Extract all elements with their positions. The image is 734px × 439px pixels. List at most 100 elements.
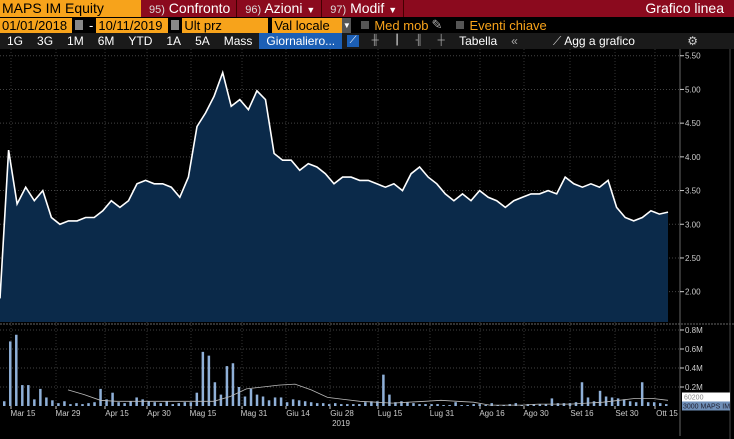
volume-bar	[430, 404, 433, 406]
price-chart[interactable]: 5.50 5.00 4.50 4.00 3.50 3.00 2.50 2.00 0.8M 0.6M…	[0, 49, 734, 439]
x-tick-label: Mar 15	[11, 409, 36, 418]
chevron-down-icon: ▼	[306, 5, 316, 15]
ma-legend-value: 60200	[684, 395, 704, 402]
menu-label: Confronto	[168, 0, 231, 16]
y-tick-label: 2.00	[685, 288, 701, 297]
page-title: Grafico linea	[645, 0, 724, 16]
range-1g[interactable]: 1G	[0, 33, 30, 49]
start-date-input[interactable]: 01/01/2018	[0, 17, 72, 33]
volume-bar	[87, 403, 90, 406]
range-5a[interactable]: 5A	[188, 33, 217, 49]
collapse-icon[interactable]: «	[504, 33, 525, 49]
volume-bar	[346, 404, 349, 406]
volume-bar	[297, 400, 301, 406]
volume-tick-label: 0.4M	[685, 364, 703, 373]
x-tick-label: Ago 16	[479, 409, 505, 418]
volume-bar	[63, 401, 66, 406]
x-tick-label: Lug 31	[430, 409, 455, 418]
volume-bar	[352, 404, 355, 406]
edit-menu[interactable]: 97) Modif ▼	[322, 0, 405, 17]
header-bar: MAPS IM Equity 95) Confronto 96) Azioni …	[0, 0, 734, 17]
y-tick-label: 5.00	[685, 85, 701, 94]
volume-bar	[640, 382, 644, 406]
x-tick-label: Apr 15	[105, 409, 129, 418]
range-max[interactable]: Mass	[217, 33, 260, 49]
end-date-input[interactable]: 10/11/2019	[96, 17, 169, 33]
volume-legend-label: 3000 MAPS IM	[683, 404, 730, 411]
volume-bar	[412, 403, 415, 406]
volume-bar	[279, 397, 283, 406]
moving-avg-checkbox[interactable]	[361, 21, 370, 29]
range-ytd[interactable]: YTD	[121, 33, 159, 49]
line-chart-icon[interactable]: ⟋	[347, 35, 360, 47]
volume-bar	[171, 404, 175, 406]
x-tick-label: Set 30	[615, 409, 639, 418]
y-tick-label: 4.00	[685, 153, 701, 162]
volume-bar	[460, 405, 463, 406]
range-6m[interactable]: 6M	[91, 33, 122, 49]
x-tick-label: Ott 15	[656, 409, 678, 418]
range-1m[interactable]: 1M	[60, 33, 91, 49]
calendar-icon[interactable]	[75, 20, 83, 30]
volume-bar	[99, 388, 102, 406]
volume-bar	[406, 402, 409, 406]
chevron-down-icon: ▼	[388, 5, 398, 15]
volume-bar	[334, 403, 337, 406]
volume-bar	[309, 402, 313, 406]
volume-bar	[303, 401, 307, 406]
ohlc-icon[interactable]: ╢	[413, 35, 425, 47]
volume-bar	[21, 385, 24, 406]
x-tick-label: Mag 31	[241, 409, 268, 418]
hlc-icon[interactable]: ┼	[435, 35, 447, 47]
menu-label: Modif	[350, 0, 385, 16]
volume-bar	[646, 402, 650, 406]
volume-bar	[652, 402, 656, 406]
currency-select[interactable]: Val locale	[272, 17, 343, 33]
calendar-icon[interactable]	[171, 20, 180, 30]
volume-bar	[634, 402, 638, 406]
volume-bar	[436, 404, 439, 406]
volume-bar	[183, 402, 187, 406]
range-1a[interactable]: 1A	[159, 33, 188, 49]
volume-bar	[550, 398, 554, 406]
volume-bar	[39, 388, 42, 406]
actions-menu[interactable]: 96) Azioni ▼	[237, 0, 323, 17]
key-events-checkbox[interactable]	[456, 21, 465, 29]
field-select[interactable]: Ult prz	[182, 17, 269, 33]
add-to-chart-button[interactable]: Agg a grafico	[561, 33, 642, 49]
period-select[interactable]: Giornaliero...	[259, 33, 343, 49]
gear-icon[interactable]: ⚙	[687, 34, 698, 48]
ticker-field[interactable]: MAPS IM Equity	[0, 0, 141, 17]
volume-bar	[129, 401, 132, 406]
moving-avg-label: Med mob	[374, 17, 429, 33]
volume-bar	[159, 403, 162, 406]
compare-menu[interactable]: 95) Confronto	[141, 0, 238, 17]
chevron-down-icon[interactable]: ▼	[342, 17, 352, 33]
volume-bar	[490, 403, 493, 406]
volume-bar	[33, 399, 36, 406]
menu-number: 96)	[245, 4, 262, 16]
pencil-icon[interactable]: ✎	[432, 17, 443, 33]
volume-bar	[267, 400, 271, 406]
volume-bar	[484, 405, 487, 406]
volume-bar	[604, 396, 608, 406]
volume-bar	[15, 334, 18, 406]
volume-bar	[135, 397, 138, 406]
volume-bar	[610, 397, 614, 406]
candlestick-icon[interactable]: ┃	[391, 35, 403, 47]
y-tick-label: 3.50	[685, 187, 701, 196]
volume-bar	[321, 403, 325, 406]
volume-bar	[243, 396, 247, 406]
volume-bar	[3, 401, 6, 406]
volume-bar	[382, 374, 385, 406]
bar-chart-icon[interactable]: ╫	[369, 35, 381, 47]
volume-bar	[117, 402, 120, 406]
volume-bar	[562, 403, 566, 406]
volume-bar	[466, 405, 469, 406]
table-button[interactable]: Tabella	[452, 33, 504, 49]
volume-bar	[153, 402, 156, 406]
volume-bar	[658, 403, 662, 406]
range-3g[interactable]: 3G	[30, 33, 60, 49]
x-tick-label: Mar 29	[56, 409, 81, 418]
volume-bar	[9, 341, 12, 406]
